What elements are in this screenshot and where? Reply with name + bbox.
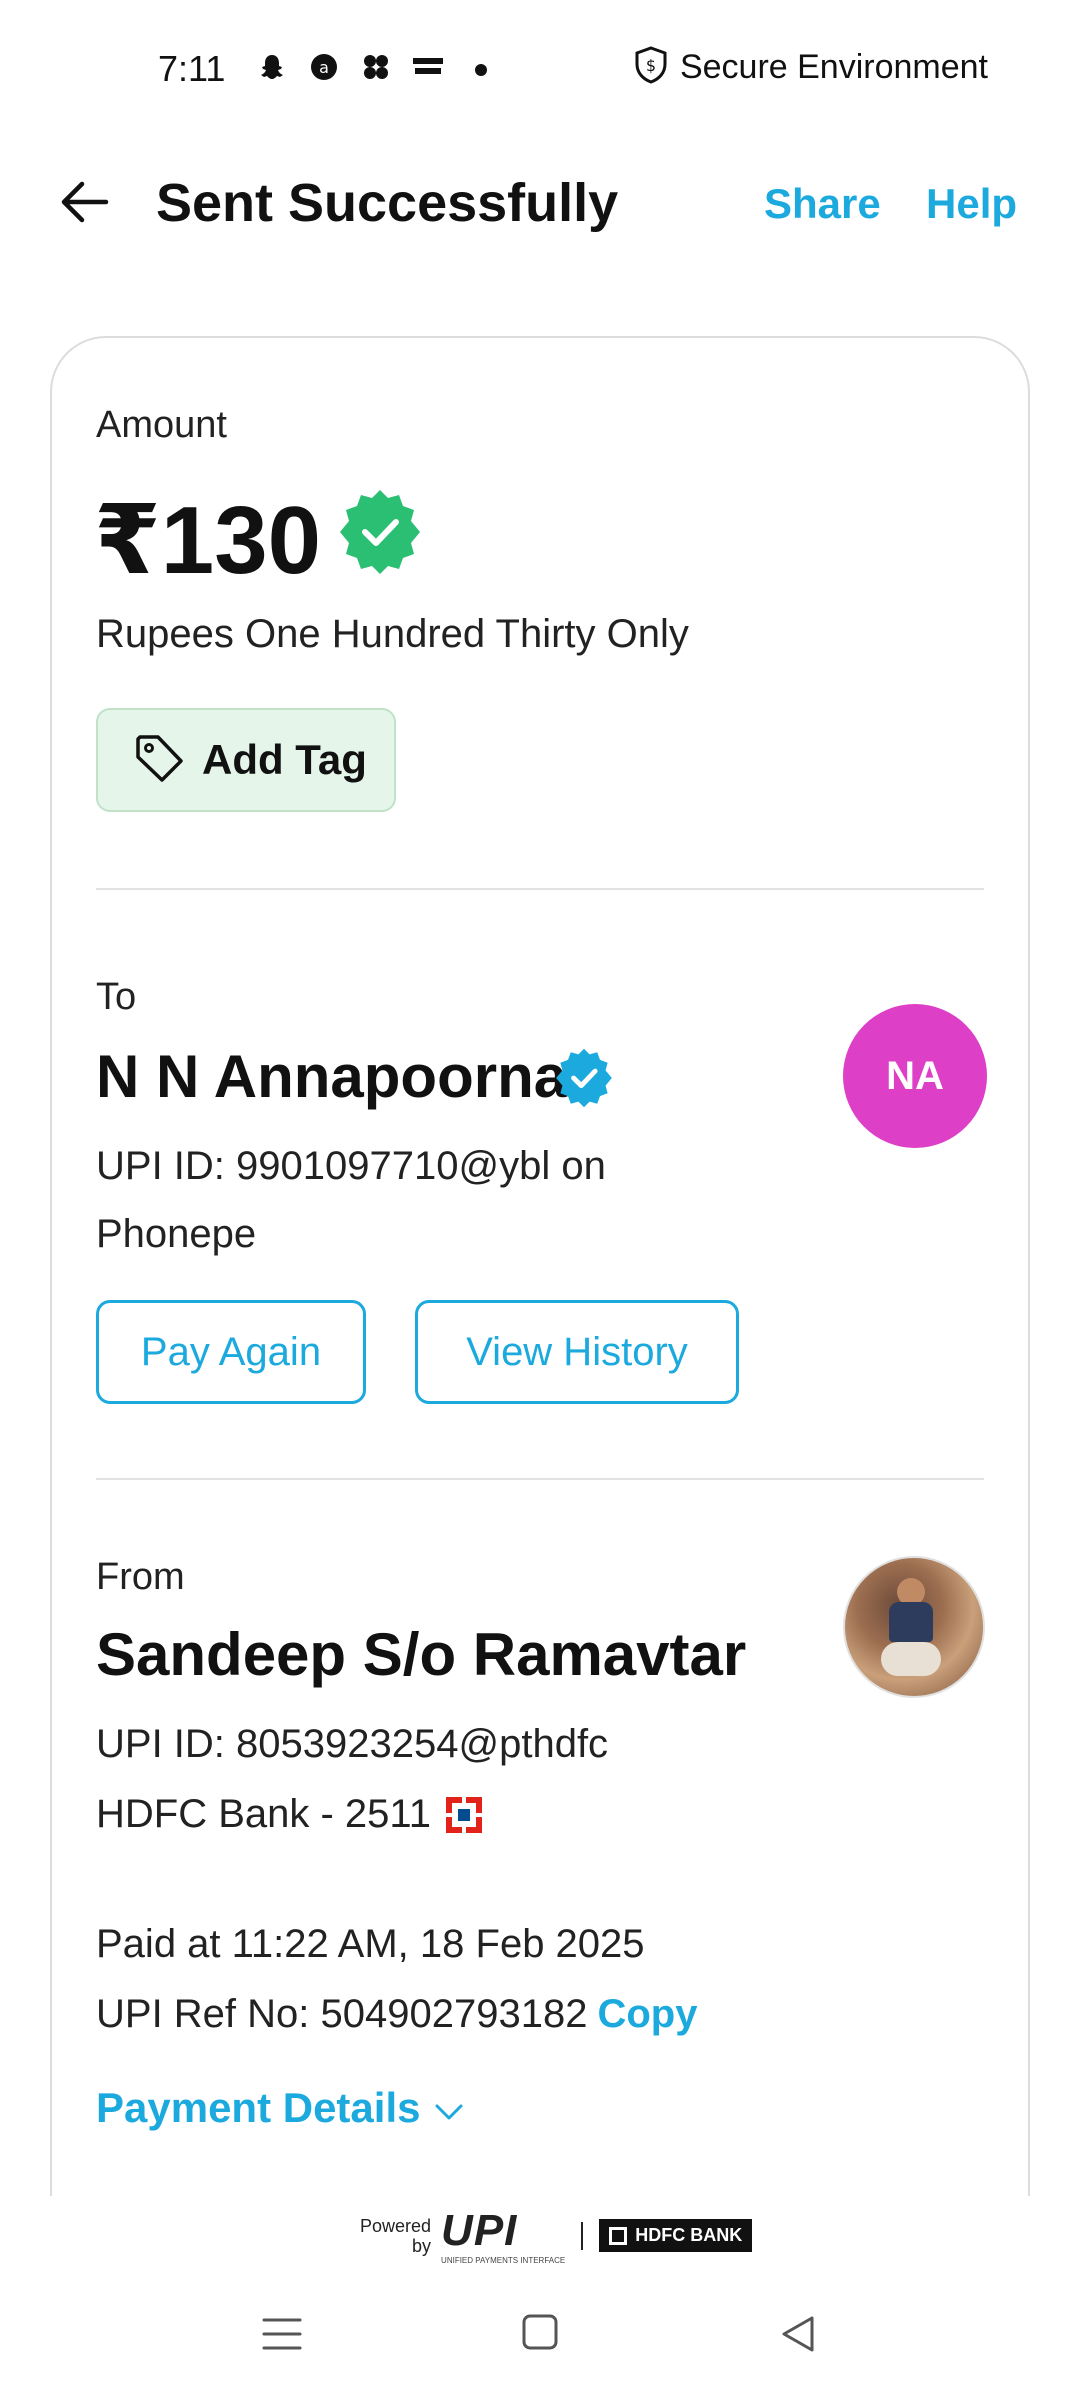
payer-bank-label: HDFC Bank - 2511 bbox=[96, 1792, 431, 1836]
home-square-icon bbox=[522, 2314, 558, 2350]
tag-icon bbox=[134, 733, 184, 788]
hdfc-square-icon bbox=[609, 2226, 628, 2245]
payer-avatar bbox=[843, 1556, 985, 1698]
payee-upi-id: UPI ID: 9901097710@ybl on Phonepe bbox=[96, 1144, 606, 1256]
page-title: Sent Successfully bbox=[156, 173, 619, 233]
status-icons: a bbox=[255, 50, 445, 84]
help-button[interactable]: Help bbox=[926, 180, 1017, 228]
amount-value: ₹130 bbox=[94, 487, 321, 594]
snapchat-icon bbox=[255, 50, 289, 84]
add-tag-label: Add Tag bbox=[202, 736, 367, 783]
powered-line-2: by bbox=[412, 2235, 432, 2256]
view-history-button[interactable]: View History bbox=[415, 1300, 739, 1404]
svg-text:$: $ bbox=[646, 56, 656, 75]
hdfc-logo-text: HDFC BANK bbox=[635, 2225, 743, 2245]
upi-logo: UPI UNIFIED PAYMENTS INTERFACE bbox=[441, 2206, 565, 2265]
payment-details-toggle[interactable]: Payment Details bbox=[96, 2084, 464, 2132]
nav-back-button[interactable] bbox=[776, 2312, 820, 2356]
payee-avatar: NA bbox=[843, 1004, 987, 1148]
upi-ref-row: UPI Ref No: 504902793182 Copy bbox=[96, 1992, 697, 2037]
chevron-down-icon bbox=[434, 2084, 464, 2132]
copy-button[interactable]: Copy bbox=[597, 1992, 697, 2036]
payer-upi-id: UPI ID: 8053923254@pthdfc bbox=[96, 1722, 609, 1766]
add-tag-button[interactable]: Add Tag bbox=[96, 708, 396, 812]
app-icon: a bbox=[307, 50, 341, 84]
divider bbox=[96, 1478, 984, 1480]
share-button[interactable]: Share bbox=[764, 180, 881, 228]
menu-icon bbox=[262, 2318, 302, 2350]
triangle-back-icon bbox=[782, 2316, 814, 2352]
app-grid-icon bbox=[359, 50, 393, 84]
success-check-icon bbox=[334, 486, 426, 578]
back-button[interactable] bbox=[52, 170, 116, 234]
shield-icon: $ bbox=[634, 46, 668, 89]
svg-text:a: a bbox=[319, 58, 329, 77]
amount-in-words: Rupees One Hundred Thirty Only bbox=[96, 612, 689, 656]
powered-by-text: Powered by bbox=[360, 2216, 431, 2256]
notification-dot bbox=[475, 64, 487, 76]
news-icon bbox=[411, 50, 445, 84]
upi-logo-text: UPI bbox=[441, 2206, 518, 2255]
status-time: 7:11 bbox=[158, 48, 226, 89]
upi-ref-number: UPI Ref No: 504902793182 bbox=[96, 1992, 588, 2036]
secure-environment: $ Secure Environment bbox=[634, 46, 988, 89]
verified-icon bbox=[552, 1046, 616, 1110]
nav-recents-button[interactable] bbox=[260, 2312, 304, 2356]
nav-home-button[interactable] bbox=[520, 2312, 560, 2352]
powered-line-1: Powered bbox=[360, 2215, 432, 2236]
from-label: From bbox=[96, 1556, 185, 1598]
divider bbox=[96, 888, 984, 890]
upi-logo-subtext: UNIFIED PAYMENTS INTERFACE bbox=[441, 2256, 566, 2265]
to-label: To bbox=[96, 976, 137, 1018]
footer-separator bbox=[581, 2221, 584, 2250]
payment-details-label: Payment Details bbox=[96, 2084, 421, 2131]
arrow-left-icon bbox=[61, 181, 109, 223]
avatar-photo-legs bbox=[881, 1642, 941, 1676]
amount-label: Amount bbox=[96, 404, 227, 446]
payer-name: Sandeep S/o Ramavtar bbox=[96, 1621, 747, 1688]
avatar-photo-body bbox=[889, 1602, 933, 1642]
payee-name: N N Annapoorna bbox=[96, 1043, 568, 1110]
secure-environment-label: Secure Environment bbox=[679, 48, 988, 86]
hdfc-bank-icon bbox=[445, 1796, 483, 1834]
hdfc-bank-logo: HDFC BANK bbox=[599, 2219, 753, 2252]
paid-at: Paid at 11:22 AM, 18 Feb 2025 bbox=[96, 1922, 645, 1966]
pay-again-button[interactable]: Pay Again bbox=[96, 1300, 366, 1404]
powered-by-footer: Powered by UPI UNIFIED PAYMENTS INTERFAC… bbox=[360, 2206, 753, 2265]
payer-bank: HDFC Bank - 2511 bbox=[96, 1792, 483, 1837]
